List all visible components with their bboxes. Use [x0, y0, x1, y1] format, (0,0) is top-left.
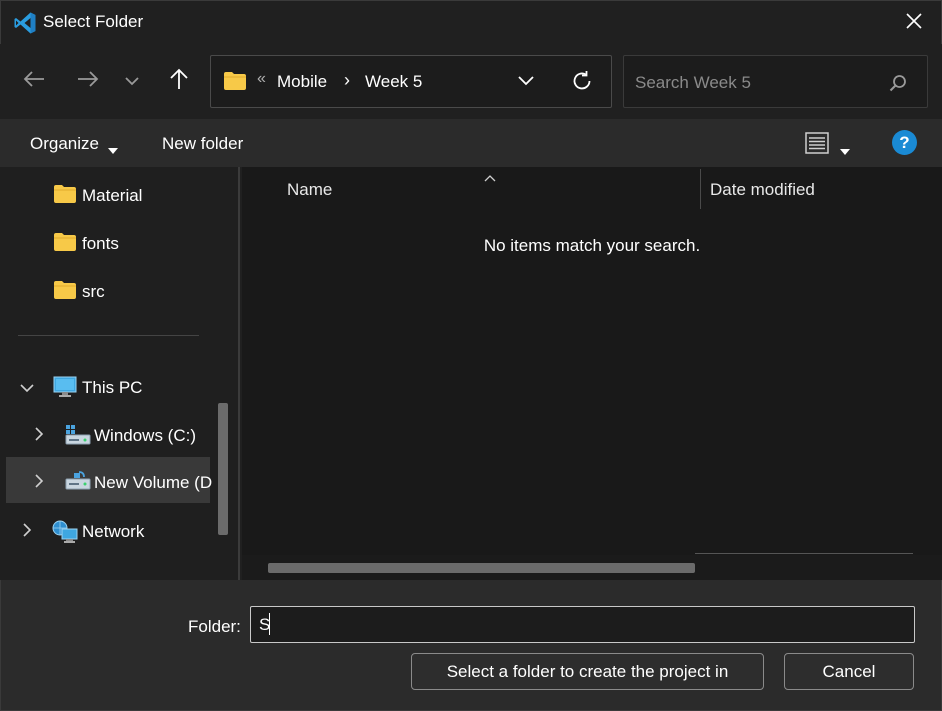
empty-message: No items match your search. [483, 236, 701, 255]
folder-icon [53, 184, 77, 209]
cancel-button[interactable]: Cancel [784, 653, 914, 690]
sidebar-divider [18, 335, 199, 336]
refresh-icon[interactable] [571, 70, 593, 97]
address-overflow[interactable]: « [257, 70, 266, 88]
sidebar-item-label: This PC [82, 378, 143, 397]
back-button[interactable] [17, 64, 51, 98]
drive-icon [65, 424, 91, 451]
address-dropdown-icon[interactable] [517, 72, 535, 92]
sidebar-item-label: src [82, 282, 105, 301]
chevron-right-icon[interactable] [22, 522, 32, 542]
new-folder-button[interactable]: New folder [162, 134, 243, 154]
vscode-icon [13, 11, 37, 35]
search-box[interactable]: Search Week 5 [623, 55, 928, 108]
file-list: Name Date modified No items match your s… [242, 167, 942, 580]
sidebar-item-label: Material [82, 186, 143, 205]
chevron-right-icon[interactable] [34, 473, 44, 493]
forward-arrow-icon [77, 70, 99, 93]
caret-down-icon [108, 139, 118, 159]
horizontal-scrollbar-edge [695, 553, 913, 554]
sidebar-item-network[interactable]: Network [0, 508, 212, 548]
navigation-bar: « Mobile › Week 5 Search Week 5 [0, 44, 942, 119]
search-input[interactable]: Search Week 5 [635, 73, 751, 93]
help-button[interactable]: ? [892, 130, 917, 155]
navigation-pane: Material fonts src This PC Windows (C:) … [0, 167, 240, 580]
sidebar-item-label: fonts [82, 234, 119, 253]
chevron-down-icon [124, 71, 140, 91]
breadcrumb-separator[interactable]: › [344, 70, 350, 91]
sidebar-item-src[interactable]: src [0, 268, 212, 308]
chevron-right-icon[interactable] [34, 426, 44, 446]
folder-icon [53, 280, 77, 305]
chevron-down-icon[interactable] [20, 378, 34, 398]
breadcrumb-mobile[interactable]: Mobile [277, 72, 327, 92]
address-bar[interactable]: « Mobile › Week 5 [210, 55, 612, 108]
forward-button[interactable] [71, 64, 105, 98]
column-header-date-modified[interactable]: Date modified [710, 180, 815, 200]
close-icon [906, 12, 922, 34]
up-button[interactable] [162, 64, 196, 98]
sidebar-item-this-pc[interactable]: This PC [0, 364, 212, 404]
folder-icon [223, 71, 247, 96]
search-icon[interactable] [889, 74, 907, 97]
window-title: Select Folder [43, 12, 144, 31]
column-separator[interactable] [700, 169, 701, 209]
sidebar-scrollbar[interactable] [218, 403, 228, 535]
column-header-name[interactable]: Name [287, 180, 332, 200]
sidebar-item-label: Network [82, 522, 145, 541]
drive-icon [65, 470, 91, 497]
computer-icon [53, 376, 77, 403]
horizontal-scrollbar-thumb[interactable] [268, 563, 695, 573]
title-bar: Select Folder [0, 0, 942, 44]
command-bar: Organize New folder ? [0, 119, 942, 167]
select-folder-button[interactable]: Select a folder to create the project in [411, 653, 764, 690]
sidebar-item-label: Windows (C:) [94, 426, 197, 445]
folder-icon [53, 232, 77, 257]
organize-button[interactable]: Organize [30, 134, 99, 154]
sort-ascending-icon [484, 167, 496, 187]
text-cursor [269, 613, 270, 635]
folder-name-input[interactable] [250, 606, 915, 643]
view-details-icon[interactable] [805, 132, 829, 159]
view-options-caret-icon[interactable] [840, 140, 850, 160]
breadcrumb-week5[interactable]: Week 5 [365, 72, 422, 92]
network-icon [52, 520, 78, 549]
sidebar-item-label: New Volume (D [94, 473, 213, 492]
sidebar-item-windows-c[interactable]: Windows (C:) [0, 412, 212, 452]
up-arrow-icon [169, 68, 189, 95]
sidebar-item-new-volume-d[interactable]: New Volume (D [6, 457, 213, 503]
sidebar-item-material[interactable]: Material [0, 172, 212, 212]
folder-label: Folder: [188, 617, 241, 636]
recent-locations-button[interactable] [115, 64, 149, 98]
back-arrow-icon [23, 70, 45, 93]
dialog-footer: Folder: Select a folder to create the pr… [0, 580, 942, 711]
sidebar-item-fonts[interactable]: fonts [0, 220, 212, 260]
close-button[interactable] [887, 1, 941, 45]
